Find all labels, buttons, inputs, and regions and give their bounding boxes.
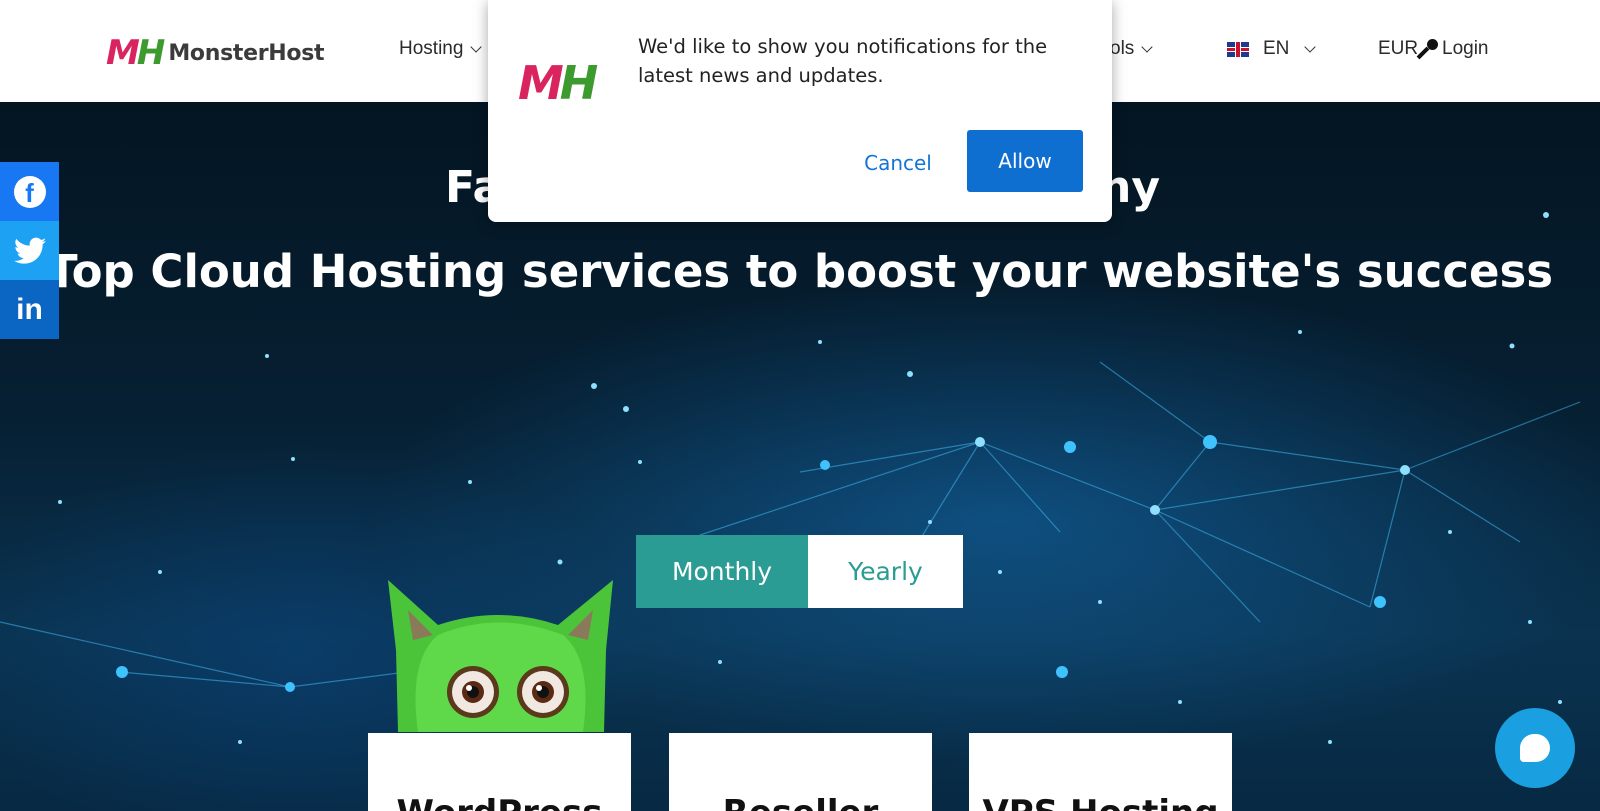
live-chat-button[interactable] bbox=[1495, 708, 1575, 788]
nav-tools[interactable]: ols bbox=[1110, 38, 1153, 60]
brand-name: MonsterHost bbox=[168, 40, 325, 66]
allow-button[interactable]: Allow bbox=[967, 130, 1083, 192]
chevron-down-icon bbox=[1304, 40, 1317, 53]
chevron-down-icon bbox=[1141, 40, 1153, 53]
billing-monthly-tab[interactable]: Monthly bbox=[636, 535, 808, 608]
popup-logo-m: M bbox=[518, 56, 564, 110]
facebook-icon: f bbox=[13, 175, 46, 208]
nav-hosting-label: Hosting bbox=[399, 38, 464, 59]
twitter-icon bbox=[13, 237, 46, 264]
language-selector[interactable]: EN bbox=[1227, 38, 1317, 60]
nav-tools-label: ols bbox=[1110, 38, 1135, 59]
plan-card[interactable]: Reseller bbox=[669, 733, 932, 811]
twitter-share-button[interactable] bbox=[0, 221, 59, 280]
plan-card[interactable]: VPS Hosting bbox=[969, 733, 1232, 811]
popup-brand-logo: MH bbox=[518, 56, 598, 110]
logo-mark-h: H bbox=[136, 33, 166, 73]
plan-card[interactable]: WordPress bbox=[368, 733, 631, 811]
hero-subtitle: Top Cloud Hosting services to boost your… bbox=[46, 245, 1554, 298]
currency-selector[interactable]: EUR bbox=[1378, 38, 1418, 60]
notification-message: We'd like to show you notifications for … bbox=[638, 35, 1048, 87]
linkedin-icon: in bbox=[16, 292, 43, 326]
monster-mascot bbox=[388, 580, 613, 732]
chevron-down-icon bbox=[470, 40, 483, 53]
cancel-button[interactable]: Cancel bbox=[838, 146, 958, 180]
logo-mark-m: M bbox=[106, 33, 140, 73]
chat-bubble-icon bbox=[1520, 734, 1550, 762]
uk-flag-icon bbox=[1227, 41, 1249, 57]
logo-mark: MH bbox=[106, 33, 166, 73]
nav-hosting[interactable]: Hosting bbox=[399, 38, 483, 60]
currency-label: EUR bbox=[1378, 38, 1419, 59]
notification-permission-dialog: MH We'd like to show you notifications f… bbox=[488, 0, 1112, 222]
language-label: EN bbox=[1263, 38, 1290, 59]
linkedin-share-button[interactable]: in bbox=[0, 280, 59, 339]
login-label: Login bbox=[1442, 38, 1489, 59]
billing-yearly-tab[interactable]: Yearly bbox=[808, 535, 963, 608]
brand-logo[interactable]: MH MonsterHost bbox=[106, 33, 325, 73]
plan-title: VPS Hosting bbox=[969, 793, 1232, 811]
login-link[interactable]: Login bbox=[1418, 38, 1489, 60]
plan-title: WordPress bbox=[368, 793, 631, 811]
plan-title: Reseller bbox=[669, 793, 932, 811]
key-icon bbox=[1418, 39, 1438, 59]
popup-logo-h: H bbox=[559, 56, 598, 110]
facebook-share-button[interactable]: f bbox=[0, 162, 59, 221]
